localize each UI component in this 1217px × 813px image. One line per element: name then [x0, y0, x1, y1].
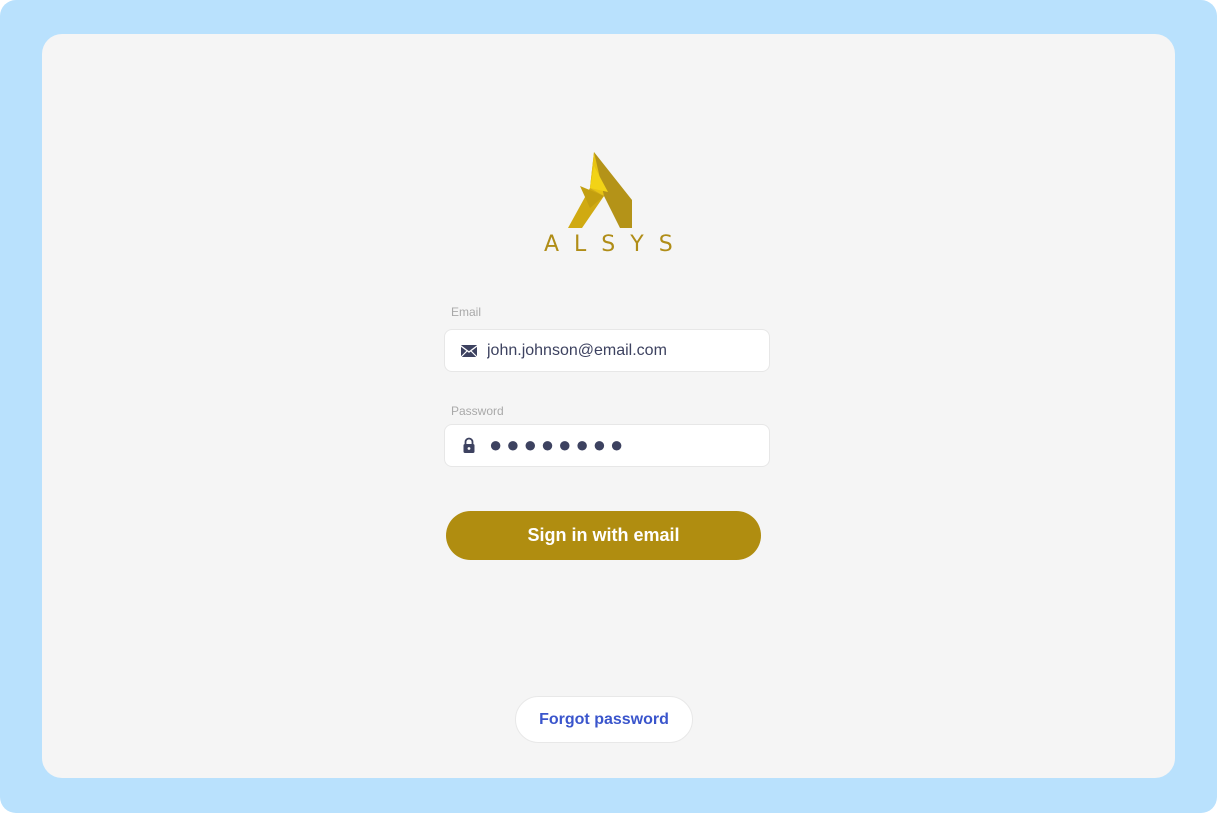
email-field-wrapper[interactable]: [444, 329, 770, 372]
app-background: ALSYS Email Password ●●●●●●●● Sign in wi…: [0, 0, 1217, 813]
password-field-wrapper[interactable]: ●●●●●●●●: [444, 424, 770, 467]
email-field[interactable]: [487, 342, 757, 360]
alsys-logo-icon: [568, 152, 632, 228]
login-card: ALSYS Email Password ●●●●●●●● Sign in wi…: [42, 34, 1175, 778]
envelope-icon: [460, 345, 478, 358]
forgot-password-button[interactable]: Forgot password: [515, 696, 693, 743]
password-field[interactable]: ●●●●●●●●: [489, 433, 627, 457]
brand-wordmark: ALSYS: [544, 232, 688, 257]
email-label: Email: [451, 305, 482, 319]
sign-in-button[interactable]: Sign in with email: [446, 511, 761, 560]
brand-logo: ALSYS: [532, 152, 682, 262]
lock-icon: [463, 437, 475, 453]
password-label: Password: [451, 404, 504, 418]
